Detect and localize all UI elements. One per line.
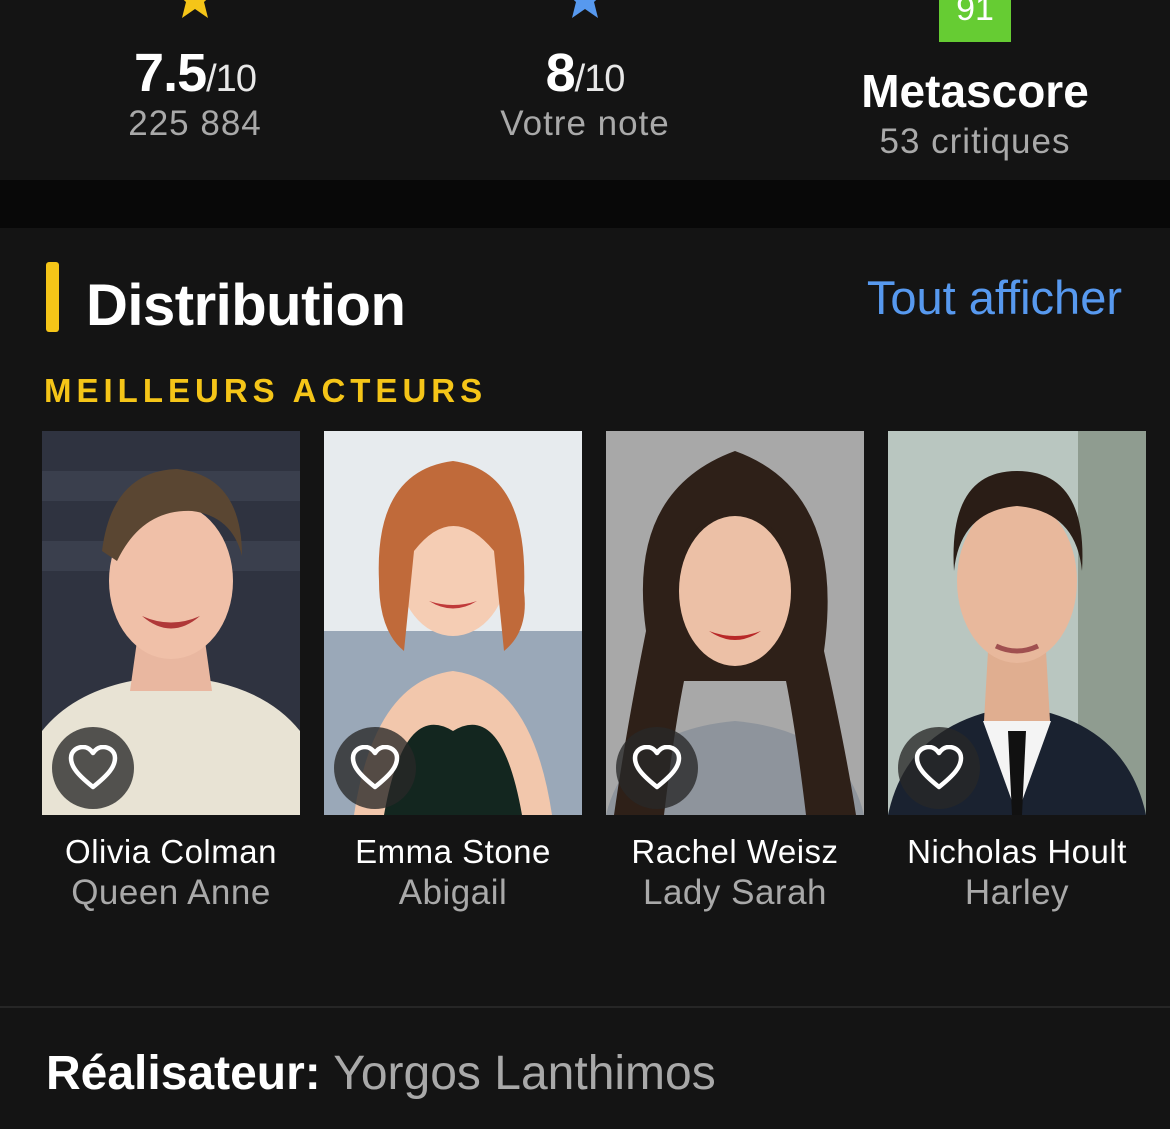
director-row[interactable]: Réalisateur: Yorgos Lanthimos	[0, 1008, 1170, 1129]
section-title: Distribution	[86, 273, 406, 338]
star-icon	[572, 0, 598, 18]
imdb-score: 7.5	[134, 43, 207, 103]
section-accent-bar	[46, 262, 59, 332]
favorite-button[interactable]	[334, 727, 416, 809]
cast-card[interactable]: Nicholas Hoult Harley	[888, 431, 1146, 913]
actor-photo[interactable]	[606, 431, 864, 815]
favorite-button[interactable]	[616, 727, 698, 809]
cast-card[interactable]: Olivia Colman Queen Anne	[42, 431, 300, 913]
actor-name[interactable]: Nicholas Hoult	[888, 833, 1146, 871]
imdb-vote-count: 225 884	[128, 104, 262, 143]
heart-outline-icon	[68, 745, 118, 790]
heart-outline-icon	[632, 745, 682, 790]
character-name: Abigail	[398, 873, 508, 912]
user-score: 8	[545, 43, 576, 103]
section-gap	[0, 180, 1170, 228]
favorite-button[interactable]	[52, 727, 134, 809]
heart-outline-icon	[350, 745, 400, 790]
imdb-rating[interactable]: 7.5/10 225 884	[60, 0, 330, 180]
cast-card[interactable]: Rachel Weisz Lady Sarah	[606, 431, 864, 913]
actor-photo[interactable]	[888, 431, 1146, 815]
character-name: Lady Sarah	[642, 873, 828, 912]
actor-name[interactable]: Olivia Colman	[42, 833, 300, 871]
user-rating-label: Votre note	[500, 104, 670, 143]
metascore[interactable]: 91 Metascore 53 critiques	[840, 0, 1110, 180]
director-name[interactable]: Yorgos Lanthimos	[333, 1047, 715, 1100]
user-score-max: /10	[574, 58, 626, 100]
director-label: Réalisateur:	[46, 1047, 321, 1100]
metascore-badge: 91	[939, 0, 1011, 42]
heart-outline-icon	[914, 745, 964, 790]
character-name: Queen Anne	[71, 873, 271, 912]
actor-name[interactable]: Rachel Weisz	[606, 833, 864, 871]
actor-photo[interactable]	[42, 431, 300, 815]
cast-section: Distribution Tout afficher MEILLEURS ACT…	[0, 228, 1170, 1006]
cast-card[interactable]: Emma Stone Abigail	[324, 431, 582, 913]
star-icon	[182, 0, 208, 18]
actor-photo[interactable]	[324, 431, 582, 815]
character-name: Harley	[964, 873, 1070, 912]
metascore-critics: 53 critiques	[879, 122, 1071, 161]
user-rating[interactable]: 8/10 Votre note	[450, 0, 720, 180]
actor-name[interactable]: Emma Stone	[324, 833, 582, 871]
imdb-score-max: /10	[206, 58, 257, 100]
metascore-title: Metascore	[861, 65, 1089, 117]
ratings-bar: 7.5/10 225 884 8/10 Votre note 91 Metasc…	[0, 0, 1170, 180]
favorite-button[interactable]	[898, 727, 980, 809]
top-cast-subheading: MEILLEURS ACTEURS	[44, 372, 488, 409]
see-all-link[interactable]: Tout afficher	[867, 270, 1122, 325]
